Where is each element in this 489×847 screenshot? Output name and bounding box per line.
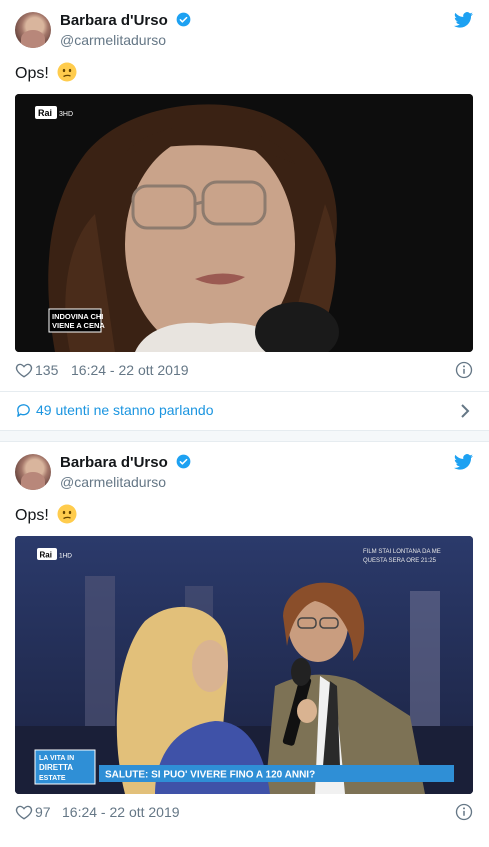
author-handle[interactable]: @carmelitadurso [60, 474, 166, 490]
tweet-text-content: Ops! [15, 507, 49, 524]
tweet-actions: 97 16:24 - 22 ott 2019 [15, 803, 473, 823]
confused-face-emoji-icon [57, 62, 77, 82]
svg-text:1HD: 1HD [59, 553, 72, 560]
svg-text:Rai: Rai [40, 551, 52, 560]
twitter-bird-icon[interactable] [454, 454, 473, 470]
avatar[interactable] [15, 12, 51, 48]
divider [0, 391, 489, 392]
conversation-link[interactable]: 49 utenti ne stanno parlando [15, 401, 473, 421]
svg-text:SALUTE: SI PUO' VIVERE FINO A: SALUTE: SI PUO' VIVERE FINO A 120 ANNI? [105, 770, 315, 781]
author-name[interactable]: Barbara d'Urso [60, 12, 191, 29]
svg-text:INDOVINA CHI: INDOVINA CHI [52, 312, 103, 321]
tweet-image[interactable]: Rai 1HD FILM STAI LONTANA DA ME QUESTA S… [15, 536, 473, 794]
info-icon[interactable] [455, 361, 473, 379]
svg-text:3HD: 3HD [59, 111, 73, 118]
avatar[interactable] [15, 454, 51, 490]
svg-text:VIENE A CENA: VIENE A CENA [52, 321, 105, 330]
tweet-text: Ops! [15, 504, 77, 525]
author-name[interactable]: Barbara d'Urso [60, 454, 191, 471]
tweet-image[interactable]: Rai 3HD INDOVINA CHI VIENE A CENA [15, 94, 473, 352]
like-heart-icon[interactable] [15, 803, 33, 821]
author-name-text[interactable]: Barbara d'Urso [60, 454, 168, 471]
chevron-right-icon [461, 404, 470, 418]
author-name-text[interactable]: Barbara d'Urso [60, 12, 168, 29]
twitter-bird-icon[interactable] [454, 12, 473, 28]
timestamp[interactable]: 16:24 - 22 ott 2019 [62, 804, 180, 820]
like-count[interactable]: 97 [35, 804, 51, 820]
verified-badge-icon [176, 454, 191, 469]
like-heart-icon[interactable] [15, 361, 33, 379]
svg-text:Rai: Rai [38, 108, 52, 118]
timestamp[interactable]: 16:24 - 22 ott 2019 [71, 362, 189, 378]
like-count[interactable]: 135 [35, 362, 58, 378]
tweet-text: Ops! [15, 62, 77, 83]
svg-text:ESTATE: ESTATE [39, 775, 66, 782]
svg-text:DIRETTA: DIRETTA [39, 763, 73, 772]
man-with-microphone-image: Rai 3HD INDOVINA CHI VIENE A CENA [15, 94, 473, 352]
author-handle[interactable]: @carmelitadurso [60, 32, 166, 48]
info-icon[interactable] [455, 803, 473, 821]
svg-text:QUESTA SERA ORE 21:25: QUESTA SERA ORE 21:25 [363, 558, 437, 564]
confused-face-emoji-icon [57, 504, 77, 524]
tweet-separator [0, 431, 489, 442]
tv-interview-image: Rai 1HD FILM STAI LONTANA DA ME QUESTA S… [15, 536, 473, 794]
svg-text:LA VITA IN: LA VITA IN [39, 755, 74, 762]
conversation-label[interactable]: 49 utenti ne stanno parlando [36, 402, 213, 418]
tweet-1: Barbara d'Urso @carmelitadurso Ops! Rai … [0, 0, 489, 431]
tweet-2: Barbara d'Urso @carmelitadurso Ops! Rai … [0, 442, 489, 847]
svg-text:FILM STAI LONTANA DA ME: FILM STAI LONTANA DA ME [363, 549, 441, 555]
reply-bubble-icon [17, 404, 30, 417]
verified-badge-icon [176, 12, 191, 27]
tweet-actions: 135 16:24 - 22 ott 2019 [15, 361, 473, 381]
tweet-text-content: Ops! [15, 65, 49, 82]
